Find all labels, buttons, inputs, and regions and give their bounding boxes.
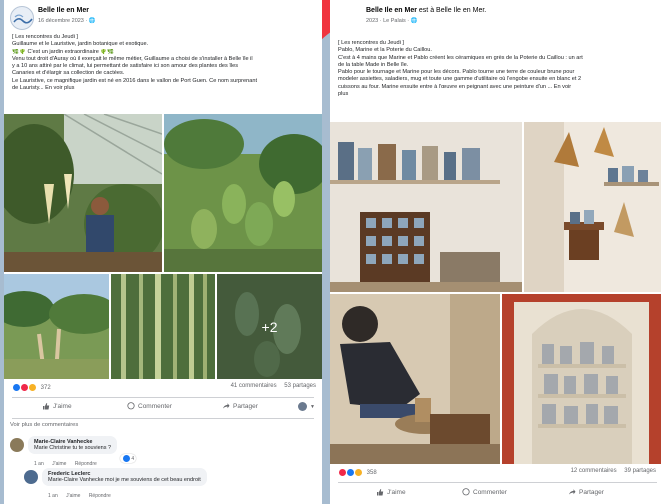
share-label: Partager (579, 488, 604, 496)
photo-greenhouse-gardener[interactable] (4, 114, 162, 272)
post-text-line: Venu tout droit d'Auray où il exerçait l… (12, 55, 253, 62)
chevron-down-icon: ▼ (310, 403, 315, 410)
comment-actions: 1 an J'aime Répondre (48, 493, 118, 499)
page-name[interactable]: Belle Ile en Mer (38, 7, 89, 14)
post-text: [ Les rencontres du Jeudi ] Guillaume et… (12, 34, 316, 92)
share-arrow-icon (223, 403, 230, 409)
comment-actions: 1 an J'aime Répondre (34, 461, 104, 467)
see-more-link[interactable]: cuissons au four. Marine ensuite entre à… (338, 84, 658, 91)
post-header: Belle Ile en Mer est à Belle Ile en Mer.… (336, 6, 657, 30)
like-label: J'aime (53, 402, 72, 410)
see-more-link[interactable]: de Lauristy... En voir plus (12, 85, 316, 92)
photo-bamboo[interactable] (111, 274, 215, 379)
comment-reaction-count: 4 (131, 455, 135, 462)
comment-time[interactable]: 1 an (48, 493, 58, 499)
comment-button[interactable]: Commenter (462, 488, 507, 496)
post-text-line: Canaries et d'élargir sa collection de c… (12, 70, 125, 77)
wave-logo-icon (13, 14, 33, 24)
post-text-line: modeler assiettes, saladiers, mug et tou… (338, 76, 582, 83)
like-label: J'aime (387, 488, 406, 496)
share-button[interactable]: Partager (222, 402, 258, 410)
view-more-comments-link[interactable]: Voir plus de commentaires (10, 422, 78, 428)
page-name[interactable]: Belle Ile en Mer (366, 7, 417, 14)
photo-succulents-more[interactable]: +2 (217, 274, 322, 379)
comment-item: Marie-Claire Vanhecke Marie Christine tu… (10, 436, 310, 467)
post-actions: J'aime Commenter Partager (338, 488, 657, 502)
shares-count[interactable]: 39 partages (624, 468, 656, 474)
thumbs-up-icon (377, 489, 384, 496)
like-reaction-icon (122, 454, 131, 463)
post-date[interactable]: 16 décembre 2023 · 🌐 (38, 18, 96, 24)
comment-like-link[interactable]: J'aime (66, 493, 80, 499)
divider (12, 397, 314, 398)
comments-count[interactable]: 41 commentaires (231, 383, 277, 389)
photo-cactus-garden[interactable] (164, 114, 322, 272)
post-text-line: C'est à 4 mains que Marine et Pablo crée… (338, 54, 583, 61)
post-text-line: y a 10 ans attiré par le climat, lui per… (12, 63, 239, 70)
comment-bubble: Frederic Leclerc Marie-Claire Vanhecke m… (42, 468, 207, 486)
post-text-line: Guillaume et le Lauristive, jardin botan… (12, 41, 149, 48)
globe-icon: 🌐 (88, 18, 96, 24)
post-text-line: Pablo, Marine et la Poterie du Caillou. (338, 47, 432, 54)
post-text-line: 🌿🌵 C'est un jardin extraordinaire 🌵🌿 (12, 48, 115, 55)
post-text-line: de la table Made in Belle île. (338, 61, 409, 68)
comment-like-link[interactable]: J'aime (52, 461, 66, 467)
comment-button[interactable]: Commenter (127, 402, 172, 410)
photo-potter-wheel[interactable] (330, 294, 500, 464)
like-button[interactable]: J'aime (42, 402, 72, 410)
thumbs-up-icon (43, 403, 50, 410)
comment-reply-link[interactable]: Répondre (89, 493, 111, 499)
comment-bubble-icon (462, 488, 470, 496)
audience-selector[interactable]: ▼ (298, 402, 315, 411)
comment-label: Commenter (473, 488, 507, 496)
post-header: Belle Ile en Mer 16 décembre 2023 · 🌐 (10, 6, 318, 30)
post-stats: 358 12 commentaires 39 partages (338, 468, 656, 478)
more-photos-count[interactable]: +2 (217, 274, 322, 379)
post-text-line: [ Les rencontres du Jeudi ] (338, 40, 404, 46)
comment-bubble-icon (127, 402, 135, 410)
post-actions: J'aime Commenter Partager ▼ (12, 402, 315, 416)
post-text: [ Les rencontres du Jeudi ] Pablo, Marin… (338, 40, 658, 98)
post-text-line: [ Les rencontres du Jeudi ] (12, 34, 78, 40)
location-text[interactable]: est à Belle Ile en Mer. (417, 7, 486, 14)
like-button[interactable]: J'aime (376, 488, 406, 496)
comment-text: Marie Christine tu te souviens ? (34, 445, 112, 451)
divider (12, 418, 314, 419)
photo-kiln[interactable] (502, 294, 661, 464)
post-text-line: plus (338, 91, 349, 98)
profile-chevron-icon (298, 402, 307, 411)
haha-reaction-icon (354, 468, 363, 477)
reaction-count[interactable]: 372 (41, 385, 51, 391)
shares-count[interactable]: 53 partages (284, 383, 316, 389)
haha-reaction-icon (28, 383, 37, 392)
post-text-line: Pablo pour le tournage et Marine pour le… (338, 69, 575, 76)
comment-time[interactable]: 1 an (34, 461, 44, 467)
commenter-avatar[interactable] (24, 470, 38, 484)
comment-bubble: Marie-Claire Vanhecke Marie Christine tu… (28, 436, 118, 454)
reaction-count[interactable]: 358 (367, 470, 377, 476)
comment-item: Frederic Leclerc Marie-Claire Vanhecke m… (10, 468, 310, 502)
share-label: Partager (233, 402, 258, 410)
photo-valley-view[interactable] (4, 274, 109, 379)
post-stats: 372 41 commentaires 53 partages (12, 383, 316, 393)
comment-text: Marie-Claire Vanhecke moi je me souviens… (48, 477, 201, 483)
comment-reply-link[interactable]: Répondre (75, 461, 97, 467)
post-text-line: Le Lauristive, ce magnifique jardin est … (12, 77, 258, 84)
post-author-line: Belle Ile en Mer est à Belle Ile en Mer. (366, 7, 486, 14)
share-arrow-icon (569, 489, 576, 495)
share-button[interactable]: Partager (568, 488, 604, 496)
comment-label: Commenter (138, 402, 172, 410)
post-card-garden: Belle Ile en Mer 16 décembre 2023 · 🌐 [ … (4, 0, 322, 504)
comments-count[interactable]: 12 commentaires (571, 468, 617, 474)
comment-reactions[interactable]: 4 (120, 454, 137, 463)
post-date[interactable]: 2023 · Le Palais · 🌐 (366, 18, 418, 24)
divider (338, 482, 657, 483)
photo-pottery-display[interactable] (524, 122, 661, 292)
post-card-pottery: Belle Ile en Mer est à Belle Ile en Mer.… (330, 0, 661, 504)
page-avatar[interactable] (10, 6, 34, 30)
photo-pottery-shelves[interactable] (330, 122, 522, 292)
comments-section: Voir plus de commentaires Marie-Claire V… (10, 422, 316, 504)
commenter-avatar[interactable] (10, 438, 24, 452)
